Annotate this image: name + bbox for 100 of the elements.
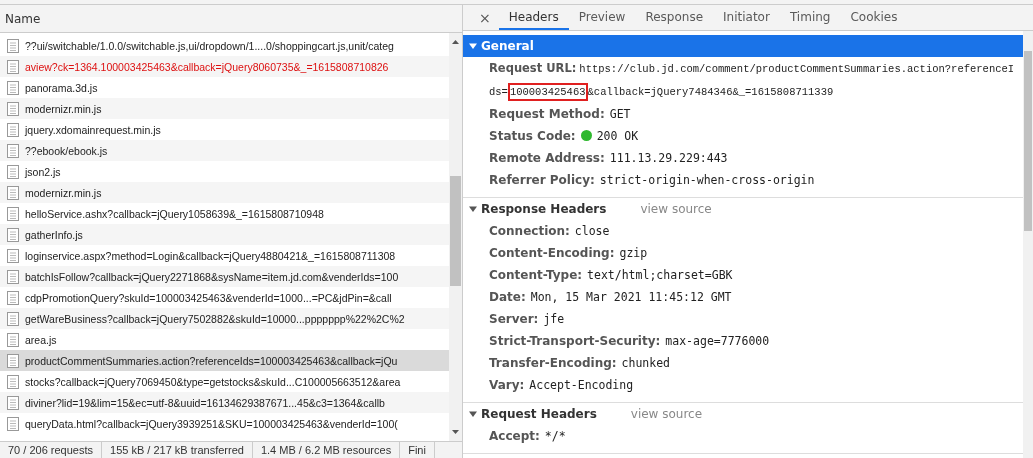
tab[interactable]: Cookies: [840, 5, 908, 30]
file-icon: [7, 248, 19, 263]
header-value: chunked: [621, 356, 671, 370]
request-row[interactable]: diviner?lid=19&lim=15&ec=utf-8&uuid=16134629387671...45&c3=1364&callb: [0, 392, 449, 413]
scrollbar-thumb[interactable]: [450, 176, 461, 286]
view-source-link[interactable]: view source: [630, 407, 703, 421]
request-name: gatherInfo.js: [25, 228, 83, 241]
url-text: ds=: [489, 86, 508, 98]
request-row[interactable]: modernizr.min.js: [0, 98, 449, 119]
header-key: Content-Encoding:: [489, 246, 615, 260]
section-title: General: [481, 39, 534, 53]
request-row[interactable]: getWareBusiness?callback=jQuery7502882&skuId=10000...ppppppp%22%2C%2: [0, 308, 449, 329]
file-icon: [7, 143, 19, 158]
header-key: Vary:: [489, 378, 525, 392]
tab[interactable]: Response: [635, 5, 714, 30]
request-name: productCommentSummaries.action?referenceIds=100003425463&callback=jQu: [25, 354, 398, 367]
scrollbar[interactable]: [1023, 31, 1033, 458]
file-icon: [7, 80, 19, 95]
header-key: Request Method:: [489, 107, 605, 121]
request-row[interactable]: modernizr.min.js: [0, 182, 449, 203]
request-row[interactable]: json2.js: [0, 161, 449, 182]
request-row[interactable]: helloService.ashx?callback=jQuery1058639&_=1615808710948: [0, 203, 449, 224]
request-row[interactable]: queryData.html?callback=jQuery3939251&SKU=100003425463&venderId=100(: [0, 413, 449, 434]
request-name: panorama.3d.js: [25, 81, 98, 94]
header-value: strict-origin-when-cross-origin: [599, 173, 815, 187]
header-key: Request URL:: [489, 61, 577, 75]
header-value: Mon, 15 Mar 2021 11:45:12 GMT: [530, 290, 732, 304]
column-header[interactable]: Name: [0, 5, 462, 33]
header-key: Status Code:: [489, 129, 576, 143]
header-value: 200 OK: [596, 129, 639, 143]
header-key: Content-Type:: [489, 268, 583, 282]
scroll-up-icon[interactable]: [451, 38, 460, 46]
file-icon: [7, 164, 19, 179]
request-row[interactable]: panorama.3d.js: [0, 77, 449, 98]
section-header[interactable]: Response Headers view source: [463, 198, 1023, 220]
tab[interactable]: Timing: [779, 5, 841, 30]
section-title: Response Headers: [481, 202, 607, 216]
scrollbar-thumb[interactable]: [1024, 51, 1032, 231]
request-name: diviner?lid=19&lim=15&ec=utf-8&uuid=16134629387671...45&c3=1364&callb: [25, 396, 385, 409]
header-key: Strict-Transport-Security:: [489, 334, 661, 348]
request-row[interactable]: jquery.xdomainrequest.min.js: [0, 119, 449, 140]
header-key: Server:: [489, 312, 539, 326]
request-name: stocks?callback=jQuery7069450&type=getstocks&skuId...C100005663512&area: [25, 375, 401, 388]
tab[interactable]: Headers: [498, 5, 569, 30]
header-value: gzip: [619, 246, 648, 260]
section-header[interactable]: Request Headers view source: [463, 403, 1023, 425]
request-name: loginservice.aspx?method=Login&callback=jQuery4880421&_=1615808711308: [25, 249, 396, 262]
header-value: Accept-Encoding: [529, 378, 634, 392]
file-icon: [7, 38, 19, 53]
request-row[interactable]: cdpPromotionQuery?skuId=100003425463&venderId=1000...=PC&jdPin=&call: [0, 287, 449, 308]
request-row[interactable]: ??ebook/ebook.js: [0, 140, 449, 161]
close-button[interactable]: ×: [471, 5, 499, 30]
request-row[interactable]: stocks?callback=jQuery7069450&type=getstocks&skuId...C100005663512&area: [0, 371, 449, 392]
request-row[interactable]: ??ui/switchable/1.0.0/switchable.js,ui/dropdown/1....0/shoppingcart.js,unit/categ: [0, 35, 449, 56]
highlighted-url-part: 100003425463: [507, 83, 588, 101]
url-text: https://club.jd.com/comment/productCommentSummaries.action?referenceI: [579, 63, 1015, 75]
tab[interactable]: Initiator: [713, 5, 780, 30]
request-name: jquery.xdomainrequest.min.js: [25, 123, 161, 136]
request-name: queryData.html?callback=jQuery3939251&SKU=100003425463&venderId=100(: [25, 417, 398, 430]
header-value: 111.13.29.229:443: [609, 151, 728, 165]
file-icon: [7, 311, 19, 326]
tab[interactable]: Preview: [568, 5, 636, 30]
request-name: json2.js: [25, 165, 61, 178]
file-icon: [7, 122, 19, 137]
header-value: */*: [544, 429, 566, 443]
header-key: Remote Address:: [489, 151, 605, 165]
request-row[interactable]: area.js: [0, 329, 449, 350]
header-key: Accept:: [489, 429, 540, 443]
request-row[interactable]: gatherInfo.js: [0, 224, 449, 245]
file-icon: [7, 227, 19, 242]
request-row[interactable]: batchIsFollow?callback=jQuery2271868&sysName=item.jd.com&venderIds=100: [0, 266, 449, 287]
expand-triangle-icon: [469, 42, 477, 50]
request-name: aview?ck=1364.100003425463&callback=jQuery8060735&_=1615808710826: [25, 60, 389, 73]
scroll-down-icon[interactable]: [451, 428, 460, 436]
file-icon: [7, 269, 19, 284]
request-row[interactable]: aview?ck=1364.100003425463&callback=jQuery8060735&_=1615808710826: [0, 56, 449, 77]
file-icon: [7, 290, 19, 305]
scrollbar[interactable]: [449, 33, 462, 441]
file-icon: [7, 416, 19, 431]
request-row[interactable]: loginservice.aspx?method=Login&callback=jQuery4880421&_=1615808711308: [0, 245, 449, 266]
request-name: helloService.ashx?callback=jQuery1058639&_=1615808710948: [25, 207, 324, 220]
file-icon: [7, 206, 19, 221]
request-name: ??ui/switchable/1.0.0/switchable.js,ui/dropdown/1....0/shoppingcart.js,unit/categ: [25, 39, 394, 52]
section-header[interactable]: General: [463, 35, 1023, 57]
header-value: close: [574, 224, 610, 238]
request-name: batchIsFollow?callback=jQuery2271868&sysName=item.jd.com&venderIds=100: [25, 270, 399, 283]
header-key: Referrer Policy:: [489, 173, 595, 187]
request-name: getWareBusiness?callback=jQuery7502882&skuId=10000...ppppppp%22%2C%2: [25, 312, 405, 325]
request-row[interactable]: productCommentSummaries.action?referenceIds=100003425463&callback=jQu: [0, 350, 449, 371]
request-name: cdpPromotionQuery?skuId=100003425463&venderId=1000...=PC&jdPin=&call: [25, 291, 392, 304]
expand-triangle-icon: [469, 410, 477, 418]
request-name: modernizr.min.js: [25, 186, 102, 199]
file-icon: [7, 185, 19, 200]
header-value: max-age=7776000: [665, 334, 770, 348]
header-key: Transfer-Encoding:: [489, 356, 617, 370]
file-icon: [7, 395, 19, 410]
request-name: ??ebook/ebook.js: [25, 144, 108, 157]
file-icon: [7, 353, 19, 368]
view-source-link[interactable]: view source: [640, 202, 712, 216]
request-name: area.js: [25, 333, 57, 346]
